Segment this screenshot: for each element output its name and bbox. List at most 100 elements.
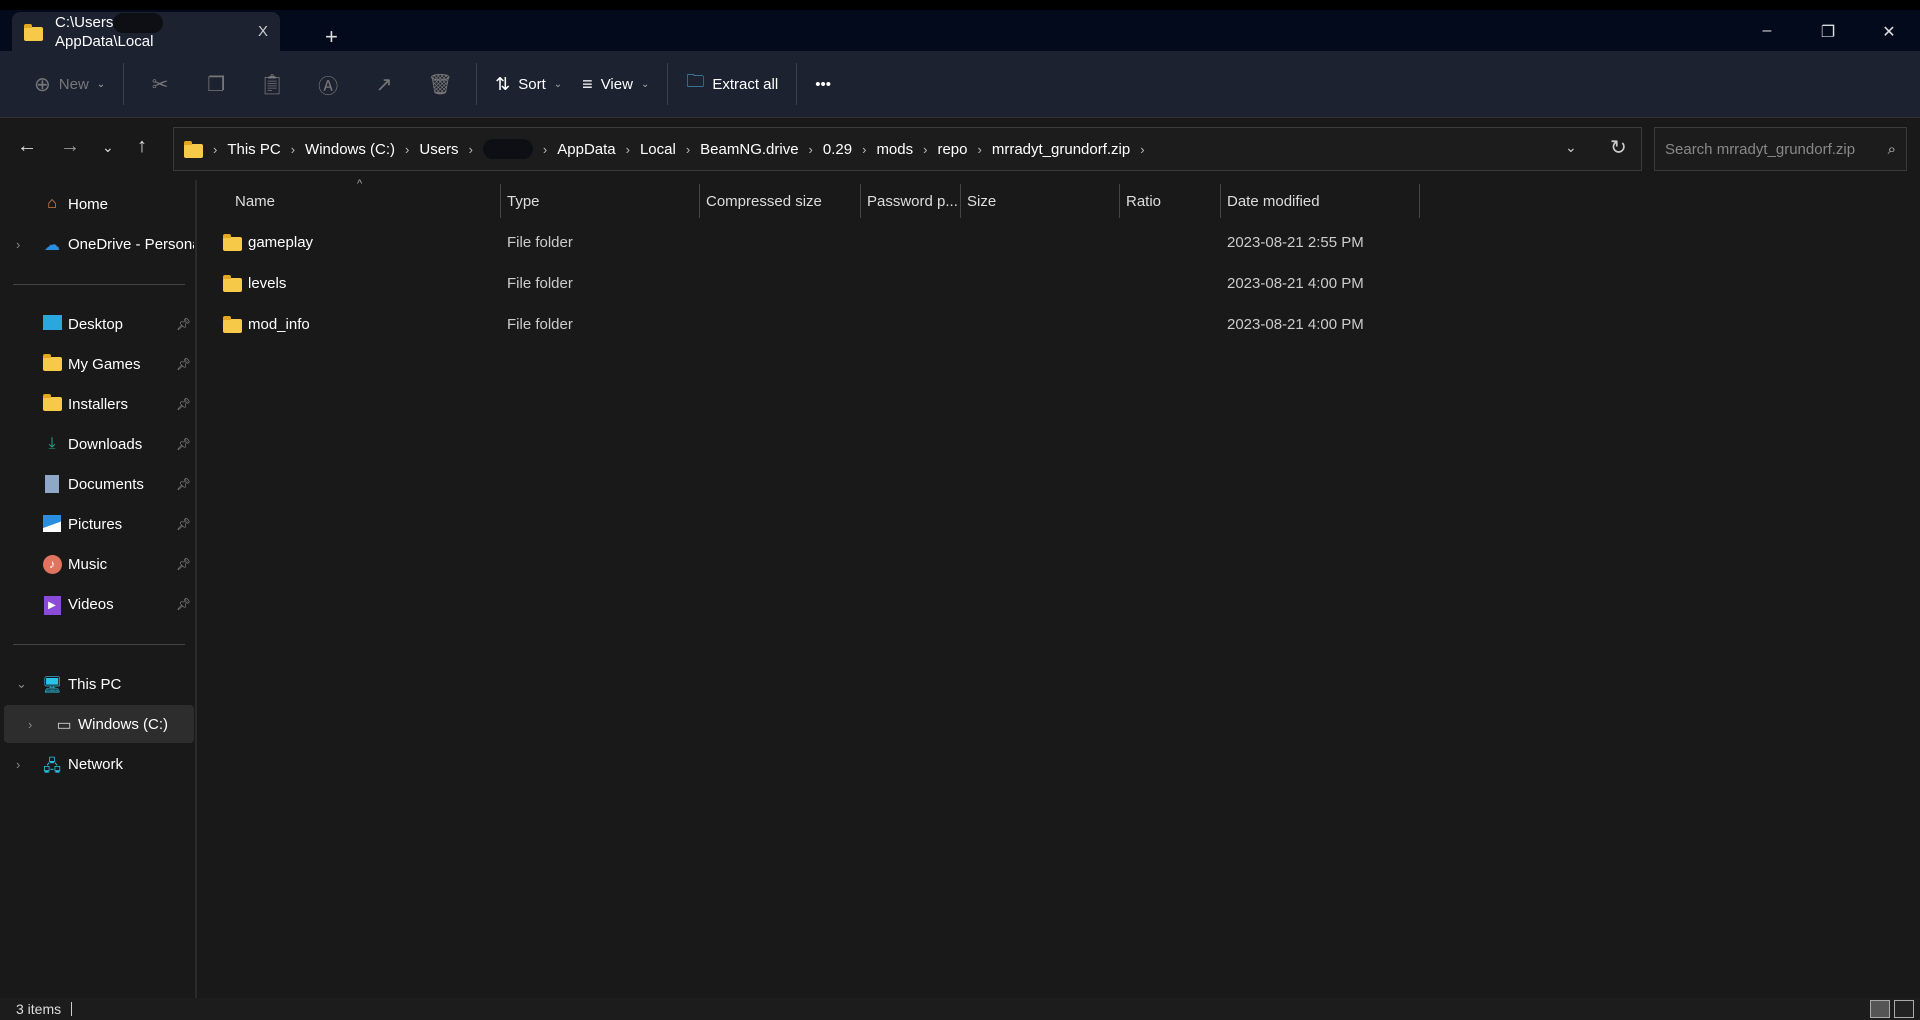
- file-row[interactable]: levels File folder 2023-08-21 4:00 PM: [199, 263, 1919, 303]
- video-icon: ▶: [42, 595, 62, 615]
- document-icon: [42, 475, 62, 493]
- tiles-view-button[interactable]: [1894, 1000, 1914, 1018]
- address-bar[interactable]: › This PC › Windows (C:) › Users › › AppData…: [173, 127, 1642, 171]
- file-type: File folder: [507, 315, 573, 333]
- zip-folder-icon: [24, 23, 43, 41]
- file-type: File folder: [507, 233, 573, 251]
- delete-icon[interactable]: 🗑︎: [422, 72, 458, 97]
- file-row[interactable]: gameplay File folder 2023-08-21 2:55 PM: [199, 222, 1919, 262]
- pin-icon[interactable]: 📌︎: [176, 557, 191, 571]
- command-bar: ⊕ New ⌄ ✂ ❐ 📋︎ Ⓐ ↗ 🗑︎ ⇅ Sort ⌄ ≡ View ⌄ 🗀 Extra…: [0, 51, 1920, 118]
- chevron-down-icon[interactable]: ⌄: [16, 676, 27, 692]
- breadcrumb-appdata[interactable]: AppData: [557, 141, 615, 158]
- sort-button[interactable]: ⇅ Sort ⌄: [485, 64, 572, 104]
- recent-locations-button[interactable]: ⌄: [102, 139, 114, 156]
- chevron-right-icon[interactable]: ›: [16, 757, 20, 772]
- sort-icon: ⇅: [495, 73, 511, 94]
- pin-icon[interactable]: 📌︎: [176, 437, 191, 451]
- search-input[interactable]: Search mrradyt_grundorf.zip ⌕: [1654, 127, 1907, 171]
- breadcrumb-version[interactable]: 0.29: [823, 141, 852, 158]
- column-password-protected[interactable]: Password p...: [860, 184, 958, 218]
- close-window-button[interactable]: ✕: [1869, 22, 1909, 42]
- breadcrumb-username-redacted[interactable]: [482, 139, 533, 159]
- column-size[interactable]: Size: [960, 184, 996, 218]
- maximize-button[interactable]: ❐: [1808, 22, 1848, 42]
- folder-icon: [42, 354, 62, 373]
- file-date: 2023-08-21 4:00 PM: [1227, 315, 1364, 333]
- sidebar-item-home[interactable]: ⌂ Home: [0, 185, 194, 223]
- sidebar-item-downloads[interactable]: ⤓ Downloads 📌︎: [0, 425, 194, 463]
- pin-icon[interactable]: 📌︎: [176, 517, 191, 531]
- column-compressed-size[interactable]: Compressed size: [699, 184, 822, 218]
- sidebar-item-pictures[interactable]: Pictures 📌︎: [0, 505, 194, 543]
- refresh-button[interactable]: ↻: [1610, 135, 1627, 160]
- view-toggle: [1870, 1000, 1914, 1018]
- extract-icon: 🗀: [686, 71, 705, 91]
- sidebar-item-documents[interactable]: Documents 📌︎: [0, 465, 194, 503]
- sidebar-item-desktop[interactable]: Desktop 📌︎: [0, 305, 194, 343]
- paste-icon[interactable]: 📋︎: [254, 72, 290, 97]
- share-icon[interactable]: ↗: [366, 72, 402, 97]
- column-name[interactable]: Name: [229, 184, 275, 218]
- extract-all-button[interactable]: 🗀 Extract all: [676, 64, 788, 104]
- status-bar: 3 items: [0, 998, 1920, 1020]
- pin-icon[interactable]: 📌︎: [176, 397, 191, 411]
- address-dropdown-button[interactable]: ⌄: [1565, 139, 1577, 156]
- pin-icon[interactable]: 📌︎: [176, 597, 191, 611]
- sidebar-item-windows-c[interactable]: › ▭ Windows (C:): [4, 705, 194, 743]
- column-type[interactable]: Type: [500, 184, 540, 218]
- view-button[interactable]: ≡ View ⌄: [572, 64, 659, 104]
- navigation-row: ← → ⌄ ↑ › This PC › Windows (C:) › Users › …: [0, 127, 1920, 171]
- file-date: 2023-08-21 2:55 PM: [1227, 233, 1364, 251]
- column-divider[interactable]: [1419, 184, 1420, 218]
- breadcrumb-beamng[interactable]: BeamNG.drive: [700, 141, 798, 158]
- breadcrumb-mods[interactable]: mods: [876, 141, 913, 158]
- music-icon: ♪: [42, 555, 62, 574]
- sidebar-item-onedrive[interactable]: › ☁ OneDrive - Personal: [0, 225, 194, 263]
- breadcrumb-local[interactable]: Local: [640, 141, 676, 158]
- breadcrumb-windows-c[interactable]: Windows (C:): [305, 141, 395, 158]
- cloud-icon: ☁: [44, 237, 60, 254]
- cut-icon[interactable]: ✂: [142, 72, 178, 97]
- sidebar-item-music[interactable]: ♪ Music 📌︎: [0, 545, 194, 583]
- column-date-modified[interactable]: Date modified: [1220, 184, 1320, 218]
- rename-icon[interactable]: Ⓐ: [310, 70, 346, 99]
- details-view-button[interactable]: [1870, 1000, 1890, 1018]
- up-button[interactable]: ↑: [137, 135, 147, 158]
- sidebar-item-videos[interactable]: ▶ Videos 📌︎: [0, 585, 194, 623]
- more-options-button[interactable]: •••: [805, 64, 841, 104]
- divider: [13, 644, 185, 645]
- home-icon: ⌂: [47, 195, 57, 212]
- chevron-right-icon[interactable]: ›: [28, 717, 32, 732]
- pin-icon[interactable]: 📌︎: [176, 357, 191, 371]
- breadcrumb-this-pc[interactable]: This PC: [227, 141, 280, 158]
- sidebar-item-my-games[interactable]: My Games 📌︎: [0, 345, 194, 383]
- network-icon: 🖧: [43, 758, 61, 775]
- pin-icon[interactable]: 📌︎: [176, 317, 191, 331]
- new-button[interactable]: ⊕ New ⌄: [24, 64, 115, 104]
- copy-icon[interactable]: ❐: [198, 72, 234, 97]
- breadcrumb-users[interactable]: Users: [419, 141, 458, 158]
- tab-current[interactable]: C:\UsersAppData\Local X: [12, 12, 280, 51]
- new-tab-button[interactable]: +: [325, 24, 338, 50]
- file-type: File folder: [507, 274, 573, 292]
- download-icon: ⤓: [48, 435, 56, 452]
- item-count: 3 items: [16, 1001, 62, 1017]
- sidebar-item-this-pc[interactable]: ⌄ 🖥︎ This PC: [0, 665, 194, 703]
- pin-icon[interactable]: 📌︎: [176, 477, 191, 491]
- back-button[interactable]: ←: [17, 135, 37, 158]
- desktop-icon: [42, 315, 62, 333]
- tab-close-button[interactable]: X: [258, 23, 268, 40]
- sidebar-item-installers[interactable]: Installers 📌︎: [0, 385, 194, 423]
- zip-folder-icon: [184, 141, 203, 158]
- sidebar-item-network[interactable]: › 🖧 Network: [0, 745, 194, 783]
- file-row[interactable]: mod_info File folder 2023-08-21 4:00 PM: [199, 304, 1919, 344]
- tab-bar: C:\UsersAppData\Local X + – ❐ ✕: [0, 10, 1920, 51]
- breadcrumb-repo[interactable]: repo: [937, 141, 967, 158]
- column-ratio[interactable]: Ratio: [1119, 184, 1161, 218]
- breadcrumb-zip[interactable]: mrradyt_grundorf.zip: [992, 141, 1130, 158]
- forward-button[interactable]: →: [60, 135, 80, 158]
- chevron-right-icon[interactable]: ›: [16, 237, 20, 252]
- folder-icon: [223, 222, 242, 262]
- minimize-button[interactable]: –: [1747, 22, 1787, 40]
